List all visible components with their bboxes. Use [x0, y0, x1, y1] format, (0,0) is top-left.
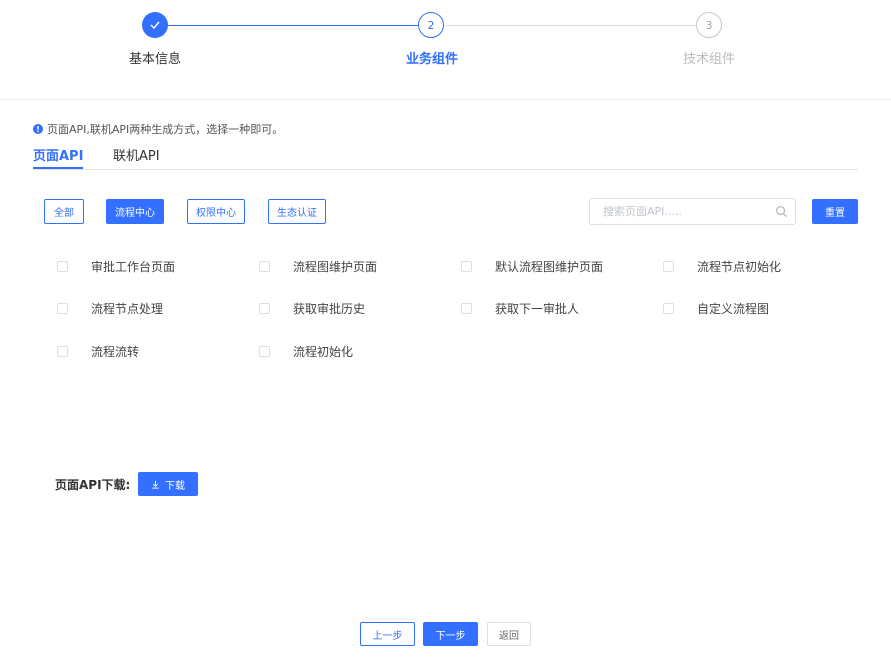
- api-item-label: 获取下一审批人: [495, 302, 580, 316]
- search-input[interactable]: [603, 205, 773, 218]
- api-item-label: 流程流转: [91, 345, 140, 359]
- checkbox[interactable]: [461, 303, 472, 314]
- filter-eco-auth-button[interactable]: 生态认证: [268, 199, 326, 224]
- next-step-button[interactable]: 下一步: [423, 622, 478, 646]
- api-item-label: 审批工作台页面: [91, 260, 176, 274]
- tab-online-api[interactable]: 联机API: [113, 145, 160, 169]
- api-item-label: 默认流程图维护页面: [495, 260, 604, 274]
- step-3-label: 技术组件: [682, 52, 735, 67]
- step-1-label: 基本信息: [128, 52, 181, 67]
- api-item[interactable]: 流程节点处理: [57, 300, 163, 317]
- tab-bar: 页面API 联机API: [33, 143, 858, 170]
- step-2-circle: 2: [418, 12, 444, 38]
- api-item[interactable]: 流程流转: [57, 343, 139, 360]
- checkbox[interactable]: [57, 261, 68, 272]
- step-3-circle: 3: [696, 12, 722, 38]
- download-label: 页面API下载:: [55, 478, 131, 492]
- api-item-label: 获取审批历史: [293, 302, 366, 316]
- checkbox[interactable]: [461, 261, 472, 272]
- checkbox[interactable]: [259, 303, 270, 314]
- checkbox[interactable]: [259, 261, 270, 272]
- prev-step-button[interactable]: 上一步: [360, 622, 415, 646]
- filter-process-center-button[interactable]: 流程中心: [106, 199, 164, 224]
- checkbox[interactable]: [57, 303, 68, 314]
- download-icon: [152, 480, 159, 489]
- info-icon: !: [33, 124, 43, 134]
- tab-page-api[interactable]: 页面API: [33, 145, 84, 169]
- filter-permission-center-button[interactable]: 权限中心: [187, 199, 245, 224]
- notice-text: 页面API,联机API两种生成方式，选择一种即可。: [47, 123, 284, 136]
- api-item-label: 流程节点初始化: [697, 260, 782, 274]
- api-item[interactable]: 流程初始化: [259, 343, 353, 360]
- step-2-label: 业务组件: [405, 52, 458, 67]
- back-button[interactable]: 返回: [487, 622, 531, 646]
- api-item-label: 自定义流程图: [697, 302, 770, 316]
- download-button-label: 下载: [165, 480, 185, 492]
- info-notice: ! 页面API,联机API两种生成方式，选择一种即可。: [33, 121, 283, 137]
- checkbox[interactable]: [663, 303, 674, 314]
- api-item[interactable]: 审批工作台页面: [57, 258, 175, 275]
- step-1-check-icon: [142, 12, 168, 38]
- api-item[interactable]: 自定义流程图: [663, 300, 769, 317]
- api-item[interactable]: 流程节点初始化: [663, 258, 781, 275]
- api-item[interactable]: 默认流程图维护页面: [461, 258, 603, 275]
- search-box: [589, 198, 796, 225]
- api-item[interactable]: 流程图维护页面: [259, 258, 377, 275]
- steps-bar: 2 3 基本信息 业务组件 技术组件: [0, 0, 891, 100]
- api-item[interactable]: 获取下一审批人: [461, 300, 579, 317]
- checkbox[interactable]: [259, 346, 270, 357]
- search-icon[interactable]: [775, 205, 788, 218]
- filter-all-button[interactable]: 全部: [44, 199, 84, 224]
- step-connector: [168, 25, 418, 26]
- checkbox[interactable]: [663, 261, 674, 272]
- checkbox[interactable]: [57, 346, 68, 357]
- step-connector: [446, 25, 696, 26]
- api-item[interactable]: 获取审批历史: [259, 300, 365, 317]
- api-item-label: 流程节点处理: [91, 302, 164, 316]
- api-item-label: 流程初始化: [293, 345, 354, 359]
- reset-button[interactable]: 重置: [812, 199, 858, 224]
- download-button[interactable]: 下载: [138, 472, 198, 496]
- api-item-label: 流程图维护页面: [293, 260, 378, 274]
